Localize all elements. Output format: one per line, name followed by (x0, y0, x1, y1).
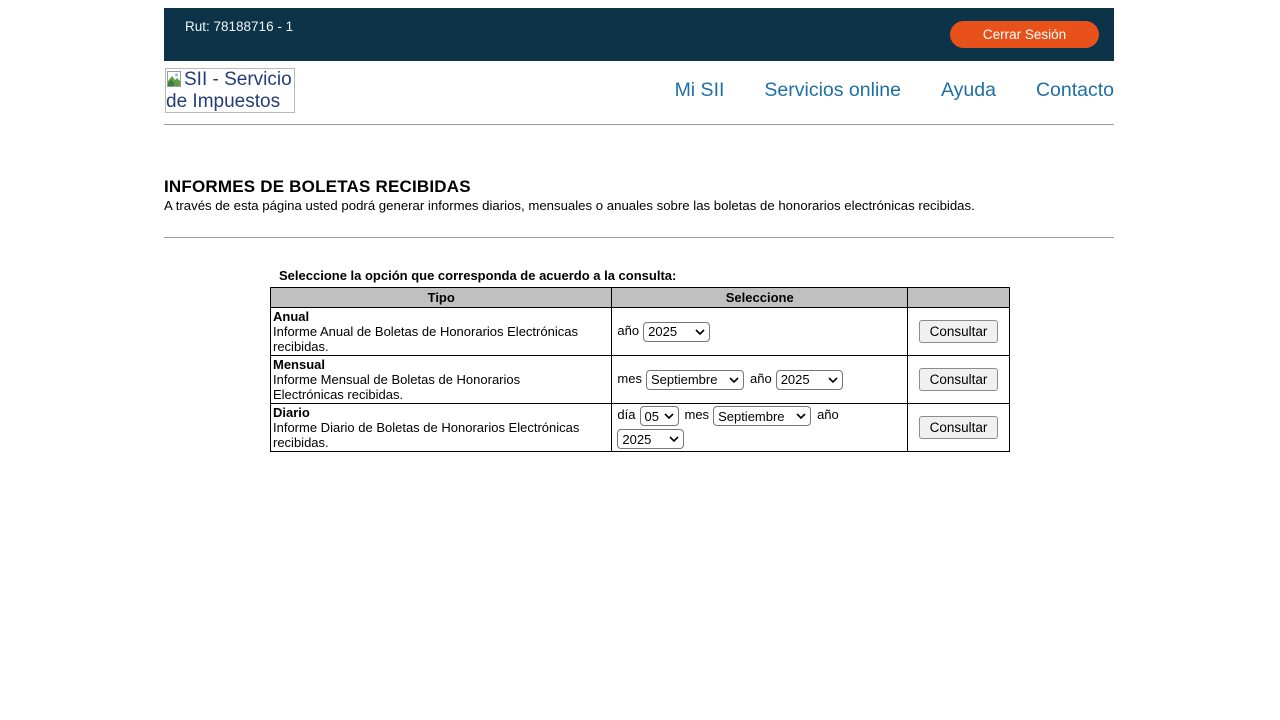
column-header-seleccione: Seleccione (612, 288, 908, 308)
mensual-seleccione-cell: mes Septiembre año 2025 (612, 356, 908, 404)
chevron-down-icon (664, 413, 674, 419)
day-label: día (617, 407, 635, 422)
consultar-diario-button[interactable]: Consultar (919, 416, 998, 439)
row-type-label: Anual (273, 309, 609, 324)
diario-action-cell: Consultar (908, 404, 1010, 452)
row-description: Informe Mensual de Boletas de Honorarios… (273, 372, 581, 402)
chevron-down-icon (669, 436, 679, 442)
year-label: año (817, 407, 839, 422)
mensual-action-cell: Consultar (908, 356, 1010, 404)
reports-table: Tipo Seleccione Anual Informe Anual de B… (270, 287, 1010, 452)
rut-label: Rut: 78188716 - 1 (185, 19, 293, 34)
column-header-tipo: Tipo (271, 288, 612, 308)
table-header-row: Tipo Seleccione (271, 288, 1010, 308)
table-row-mensual: Mensual Informe Mensual de Boletas de Ho… (271, 356, 1010, 404)
consultar-mensual-button[interactable]: Consultar (919, 368, 998, 391)
chevron-down-icon (729, 377, 739, 383)
chevron-down-icon (695, 329, 705, 335)
chevron-down-icon (796, 413, 806, 419)
content-divider (164, 237, 1114, 238)
diario-day-select[interactable]: 05 (640, 406, 679, 426)
diario-tipo-cell: Diario Informe Diario de Boletas de Hono… (271, 404, 612, 452)
table-caption: Seleccione la opción que corresponda de … (279, 268, 676, 283)
nav-link-ayuda[interactable]: Ayuda (941, 79, 996, 102)
month-label: mes (685, 407, 710, 422)
row-type-label: Mensual (273, 357, 609, 372)
anual-action-cell: Consultar (908, 308, 1010, 356)
month-label: mes (617, 371, 642, 386)
row-type-label: Diario (273, 405, 609, 420)
cerrar-sesion-button[interactable]: Cerrar Sesión (950, 21, 1099, 48)
year-label: año (617, 323, 639, 338)
topbar: Rut: 78188716 - 1 Cerrar Sesión (164, 8, 1114, 61)
diario-month-select[interactable]: Septiembre (713, 406, 811, 426)
nav-link-servicios-online[interactable]: Servicios online (764, 79, 901, 102)
mensual-tipo-cell: Mensual Informe Mensual de Boletas de Ho… (271, 356, 612, 404)
page-subtitle: A través de esta página usted podrá gene… (164, 198, 975, 213)
anual-year-select[interactable]: 2025 (643, 322, 710, 342)
year-label: año (750, 371, 772, 386)
mensual-year-select[interactable]: 2025 (776, 370, 843, 390)
nav-link-mi-sii[interactable]: Mi SII (675, 79, 725, 102)
row-description: Informe Anual de Boletas de Honorarios E… (273, 324, 581, 354)
main-nav: Mi SII Servicios online Ayuda Contacto (164, 79, 1114, 102)
anual-tipo-cell: Anual Informe Anual de Boletas de Honora… (271, 308, 612, 356)
table-row-diario: Diario Informe Diario de Boletas de Hono… (271, 404, 1010, 452)
diario-year-select[interactable]: 2025 (617, 429, 684, 449)
table-row-anual: Anual Informe Anual de Boletas de Honora… (271, 308, 1010, 356)
column-header-actions (908, 288, 1010, 308)
consultar-anual-button[interactable]: Consultar (919, 320, 998, 343)
nav-link-contacto[interactable]: Contacto (1036, 79, 1114, 102)
row-description: Informe Diario de Boletas de Honorarios … (273, 420, 581, 450)
diario-seleccione-cell: día 05 mesSeptiembre año 2025 (612, 404, 908, 452)
anual-seleccione-cell: año 2025 (612, 308, 908, 356)
mensual-month-select[interactable]: Septiembre (646, 370, 744, 390)
page-title: INFORMES DE BOLETAS RECIBIDAS (164, 177, 471, 197)
chevron-down-icon (828, 377, 838, 383)
header-divider (164, 124, 1114, 125)
